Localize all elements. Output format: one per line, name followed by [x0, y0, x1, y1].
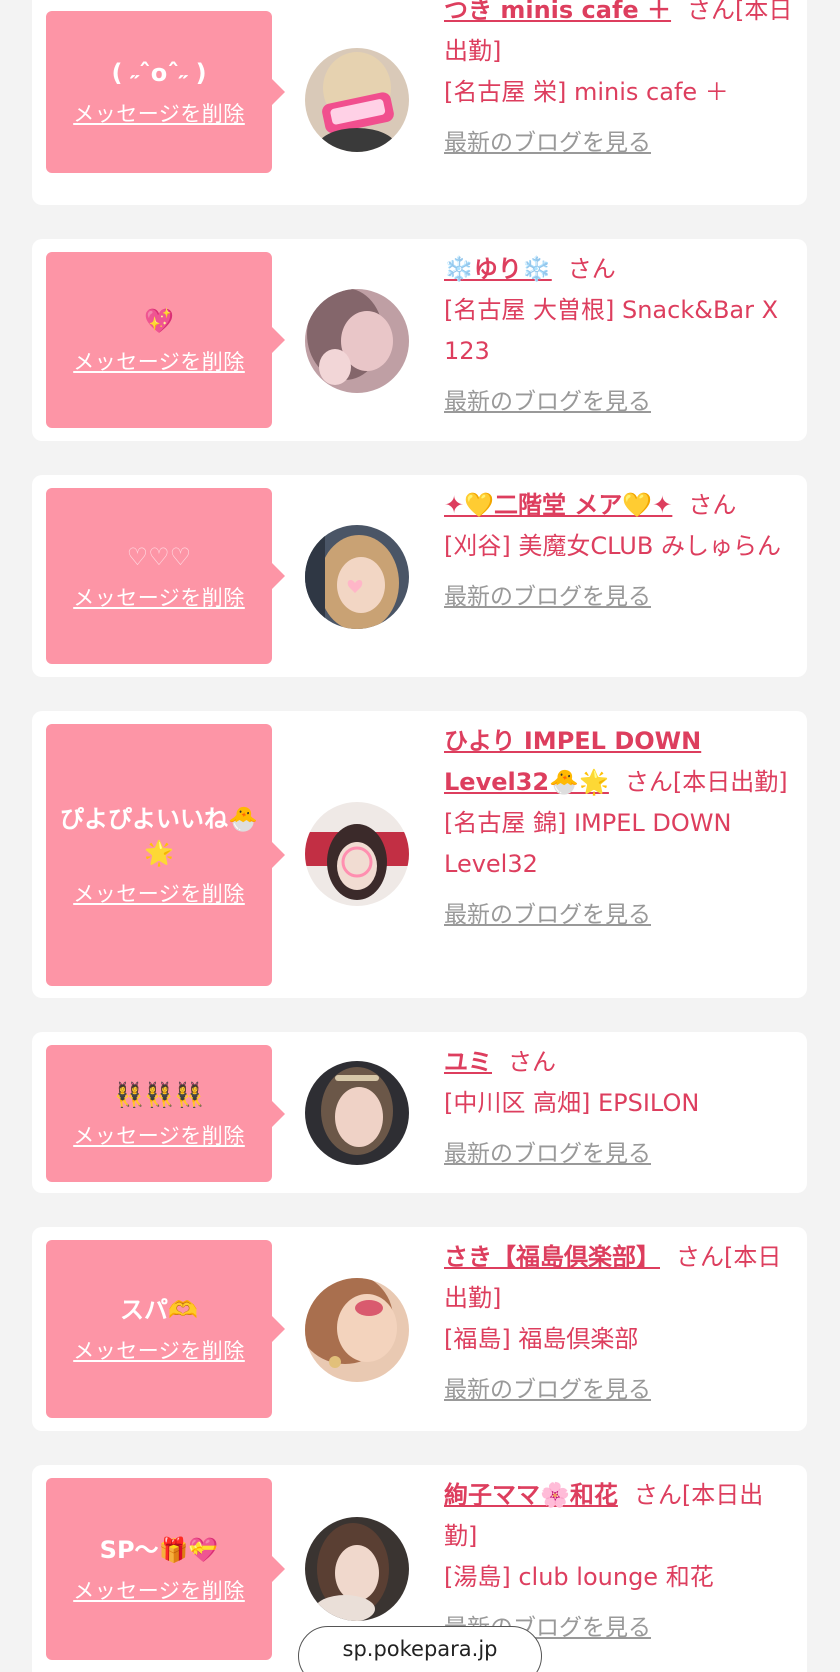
message-bubble: ぴよぴよいいね🐣🌟 メッセージを削除: [46, 724, 285, 986]
cast-heading: 絢子ママ🌸和花 さん[本日出勤]: [444, 1475, 796, 1557]
avatar[interactable]: [305, 48, 409, 152]
shop-label: [名古屋 大曽根] Snack&Bar X 123: [444, 296, 779, 365]
shop-label: [福島] 福島倶楽部: [444, 1325, 639, 1353]
message-bubble: ( ˶ˆoˆ˶ ) メッセージを削除: [46, 11, 285, 173]
delete-message-link[interactable]: メッセージを削除: [73, 98, 245, 128]
message-text: 💖: [144, 307, 174, 335]
avatar-photo: [305, 1061, 409, 1165]
cast-info: 絢子ママ🌸和花 さん[本日出勤] [湯島] club lounge 和花 最新のブ…: [444, 1475, 796, 1649]
cast-info: ひより IMPEL DOWN Level32🐣🌟 さん[本日出勤] [名古屋 錦]…: [444, 721, 796, 936]
honorific: さん: [567, 255, 616, 283]
cast-name-link[interactable]: 絢子ママ🌸和花: [444, 1481, 618, 1509]
message-text: ♡♡♡: [126, 543, 192, 571]
cast-name-link[interactable]: さき【福島倶楽部】: [444, 1243, 660, 1271]
honorific: さん: [687, 0, 736, 24]
message-text: 👯‍♀️👯‍♀️👯‍♀️: [114, 1080, 204, 1109]
favorite-card: スパ🫶 メッセージを削除 さき【福島倶楽部】 さん[本日出勤] [福島] 福島倶楽…: [32, 1227, 807, 1431]
avatar[interactable]: [305, 1278, 409, 1382]
favorite-card: ♡♡♡ メッセージを削除 ✦💛二階堂 メア💛✦ さん [刈谷] 美魔女CLUB み…: [32, 475, 807, 677]
avatar-photo: [305, 289, 409, 393]
avatar[interactable]: [305, 1061, 409, 1165]
cast-heading: ひより IMPEL DOWN Level32🐣🌟 さん[本日出勤]: [444, 721, 796, 803]
favorite-card: 👯‍♀️👯‍♀️👯‍♀️ メッセージを削除 ユミ さん [中川区 高畑] EPSI…: [32, 1032, 807, 1193]
message-text: スパ🫶: [120, 1296, 198, 1324]
delete-message-link[interactable]: メッセージを削除: [73, 878, 245, 908]
cast-heading: つき minis cafe ＋さん[本日出勤]: [444, 0, 796, 72]
honorific: さん: [676, 1243, 724, 1271]
avatar[interactable]: [305, 802, 409, 906]
work-status: [本日出勤]: [672, 768, 788, 796]
avatar-photo: [305, 1517, 409, 1621]
avatar[interactable]: [305, 525, 409, 629]
cast-heading: ✦💛二階堂 メア💛✦ さん: [444, 485, 796, 526]
cast-name-link[interactable]: ユミ: [444, 1048, 492, 1076]
message-bubble: スパ🫶 メッセージを削除: [46, 1240, 285, 1418]
message-text: SP〜🎁💝: [99, 1536, 219, 1564]
message-bubble: SP〜🎁💝 メッセージを削除: [46, 1478, 285, 1660]
shop-label: [湯島] club lounge 和花: [444, 1563, 714, 1591]
delete-message-link[interactable]: メッセージを削除: [73, 346, 245, 376]
delete-message-link[interactable]: メッセージを削除: [73, 582, 245, 612]
cast-info: ❄️ゆり❄️ さん [名古屋 大曽根] Snack&Bar X 123 最新のブロ…: [444, 249, 796, 423]
cast-heading: ❄️ゆり❄️ さん: [444, 249, 796, 290]
delete-message-link[interactable]: メッセージを削除: [73, 1575, 245, 1605]
shop-label: [名古屋 錦] IMPEL DOWN Level32: [444, 809, 732, 878]
cast-info: ✦💛二階堂 メア💛✦ さん [刈谷] 美魔女CLUB みしゅらん 最新のブログを見…: [444, 485, 796, 618]
honorific: さん: [688, 491, 737, 519]
latest-blog-link[interactable]: 最新のブログを見る: [444, 382, 651, 423]
honorific: さん: [508, 1048, 556, 1076]
favorite-card: ( ˶ˆoˆ˶ ) メッセージを削除 つき minis cafe ＋さん[本日出…: [32, 0, 807, 205]
avatar-photo: [305, 525, 409, 629]
cast-info: ユミ さん [中川区 高畑] EPSILON 最新のブログを見る: [444, 1042, 796, 1175]
cast-info: つき minis cafe ＋さん[本日出勤] [名古屋 栄] minis ca…: [444, 0, 796, 164]
delete-message-link[interactable]: メッセージを削除: [73, 1335, 245, 1365]
shop-label: [名古屋 栄] minis cafe ＋: [444, 78, 729, 106]
message-bubble: 👯‍♀️👯‍♀️👯‍♀️ メッセージを削除: [46, 1045, 285, 1182]
cast-info: さき【福島倶楽部】 さん[本日出勤] [福島] 福島倶楽部 最新のブログを見る: [444, 1237, 796, 1411]
favorite-card: 💖 メッセージを削除 ❄️ゆり❄️ さん [名古屋 大曽根] Snack&Bar …: [32, 239, 807, 441]
honorific: さん: [624, 768, 673, 796]
message-text: ぴよぴよいいね🐣🌟: [60, 805, 258, 867]
latest-blog-link[interactable]: 最新のブログを見る: [444, 1370, 651, 1411]
avatar[interactable]: [305, 1517, 409, 1621]
cast-name-link[interactable]: ❄️ゆり❄️: [444, 255, 552, 283]
message-bubble: 💖 メッセージを削除: [46, 252, 285, 428]
avatar-photo: [305, 1278, 409, 1382]
message-bubble: ♡♡♡ メッセージを削除: [46, 488, 285, 664]
favorite-card: ぴよぴよいいね🐣🌟 メッセージを削除 ひより IMPEL DOWN Level3…: [32, 711, 807, 998]
cast-heading: ユミ さん: [444, 1042, 796, 1083]
delete-message-link[interactable]: メッセージを削除: [73, 1120, 245, 1150]
cast-name-link[interactable]: ✦💛二階堂 メア💛✦: [444, 491, 672, 519]
cast-name-link[interactable]: つき minis cafe ＋: [444, 0, 671, 24]
message-text: ( ˶ˆoˆ˶ ): [111, 59, 207, 87]
shop-label: [中川区 高畑] EPSILON: [444, 1089, 700, 1117]
url-text: sp.pokepara.jp: [342, 1637, 498, 1661]
avatar-photo: [305, 802, 409, 906]
cast-heading: さき【福島倶楽部】 さん[本日出勤]: [444, 1237, 796, 1319]
avatar[interactable]: [305, 289, 409, 393]
browser-url-bar[interactable]: sp.pokepara.jp: [298, 1626, 542, 1672]
honorific: さん: [633, 1481, 682, 1509]
shop-label: [刈谷] 美魔女CLUB みしゅらん: [444, 532, 781, 560]
latest-blog-link[interactable]: 最新のブログを見る: [444, 895, 651, 936]
latest-blog-link[interactable]: 最新のブログを見る: [444, 123, 651, 164]
latest-blog-link[interactable]: 最新のブログを見る: [444, 577, 651, 618]
avatar-photo: [305, 48, 409, 152]
latest-blog-link[interactable]: 最新のブログを見る: [444, 1134, 651, 1175]
